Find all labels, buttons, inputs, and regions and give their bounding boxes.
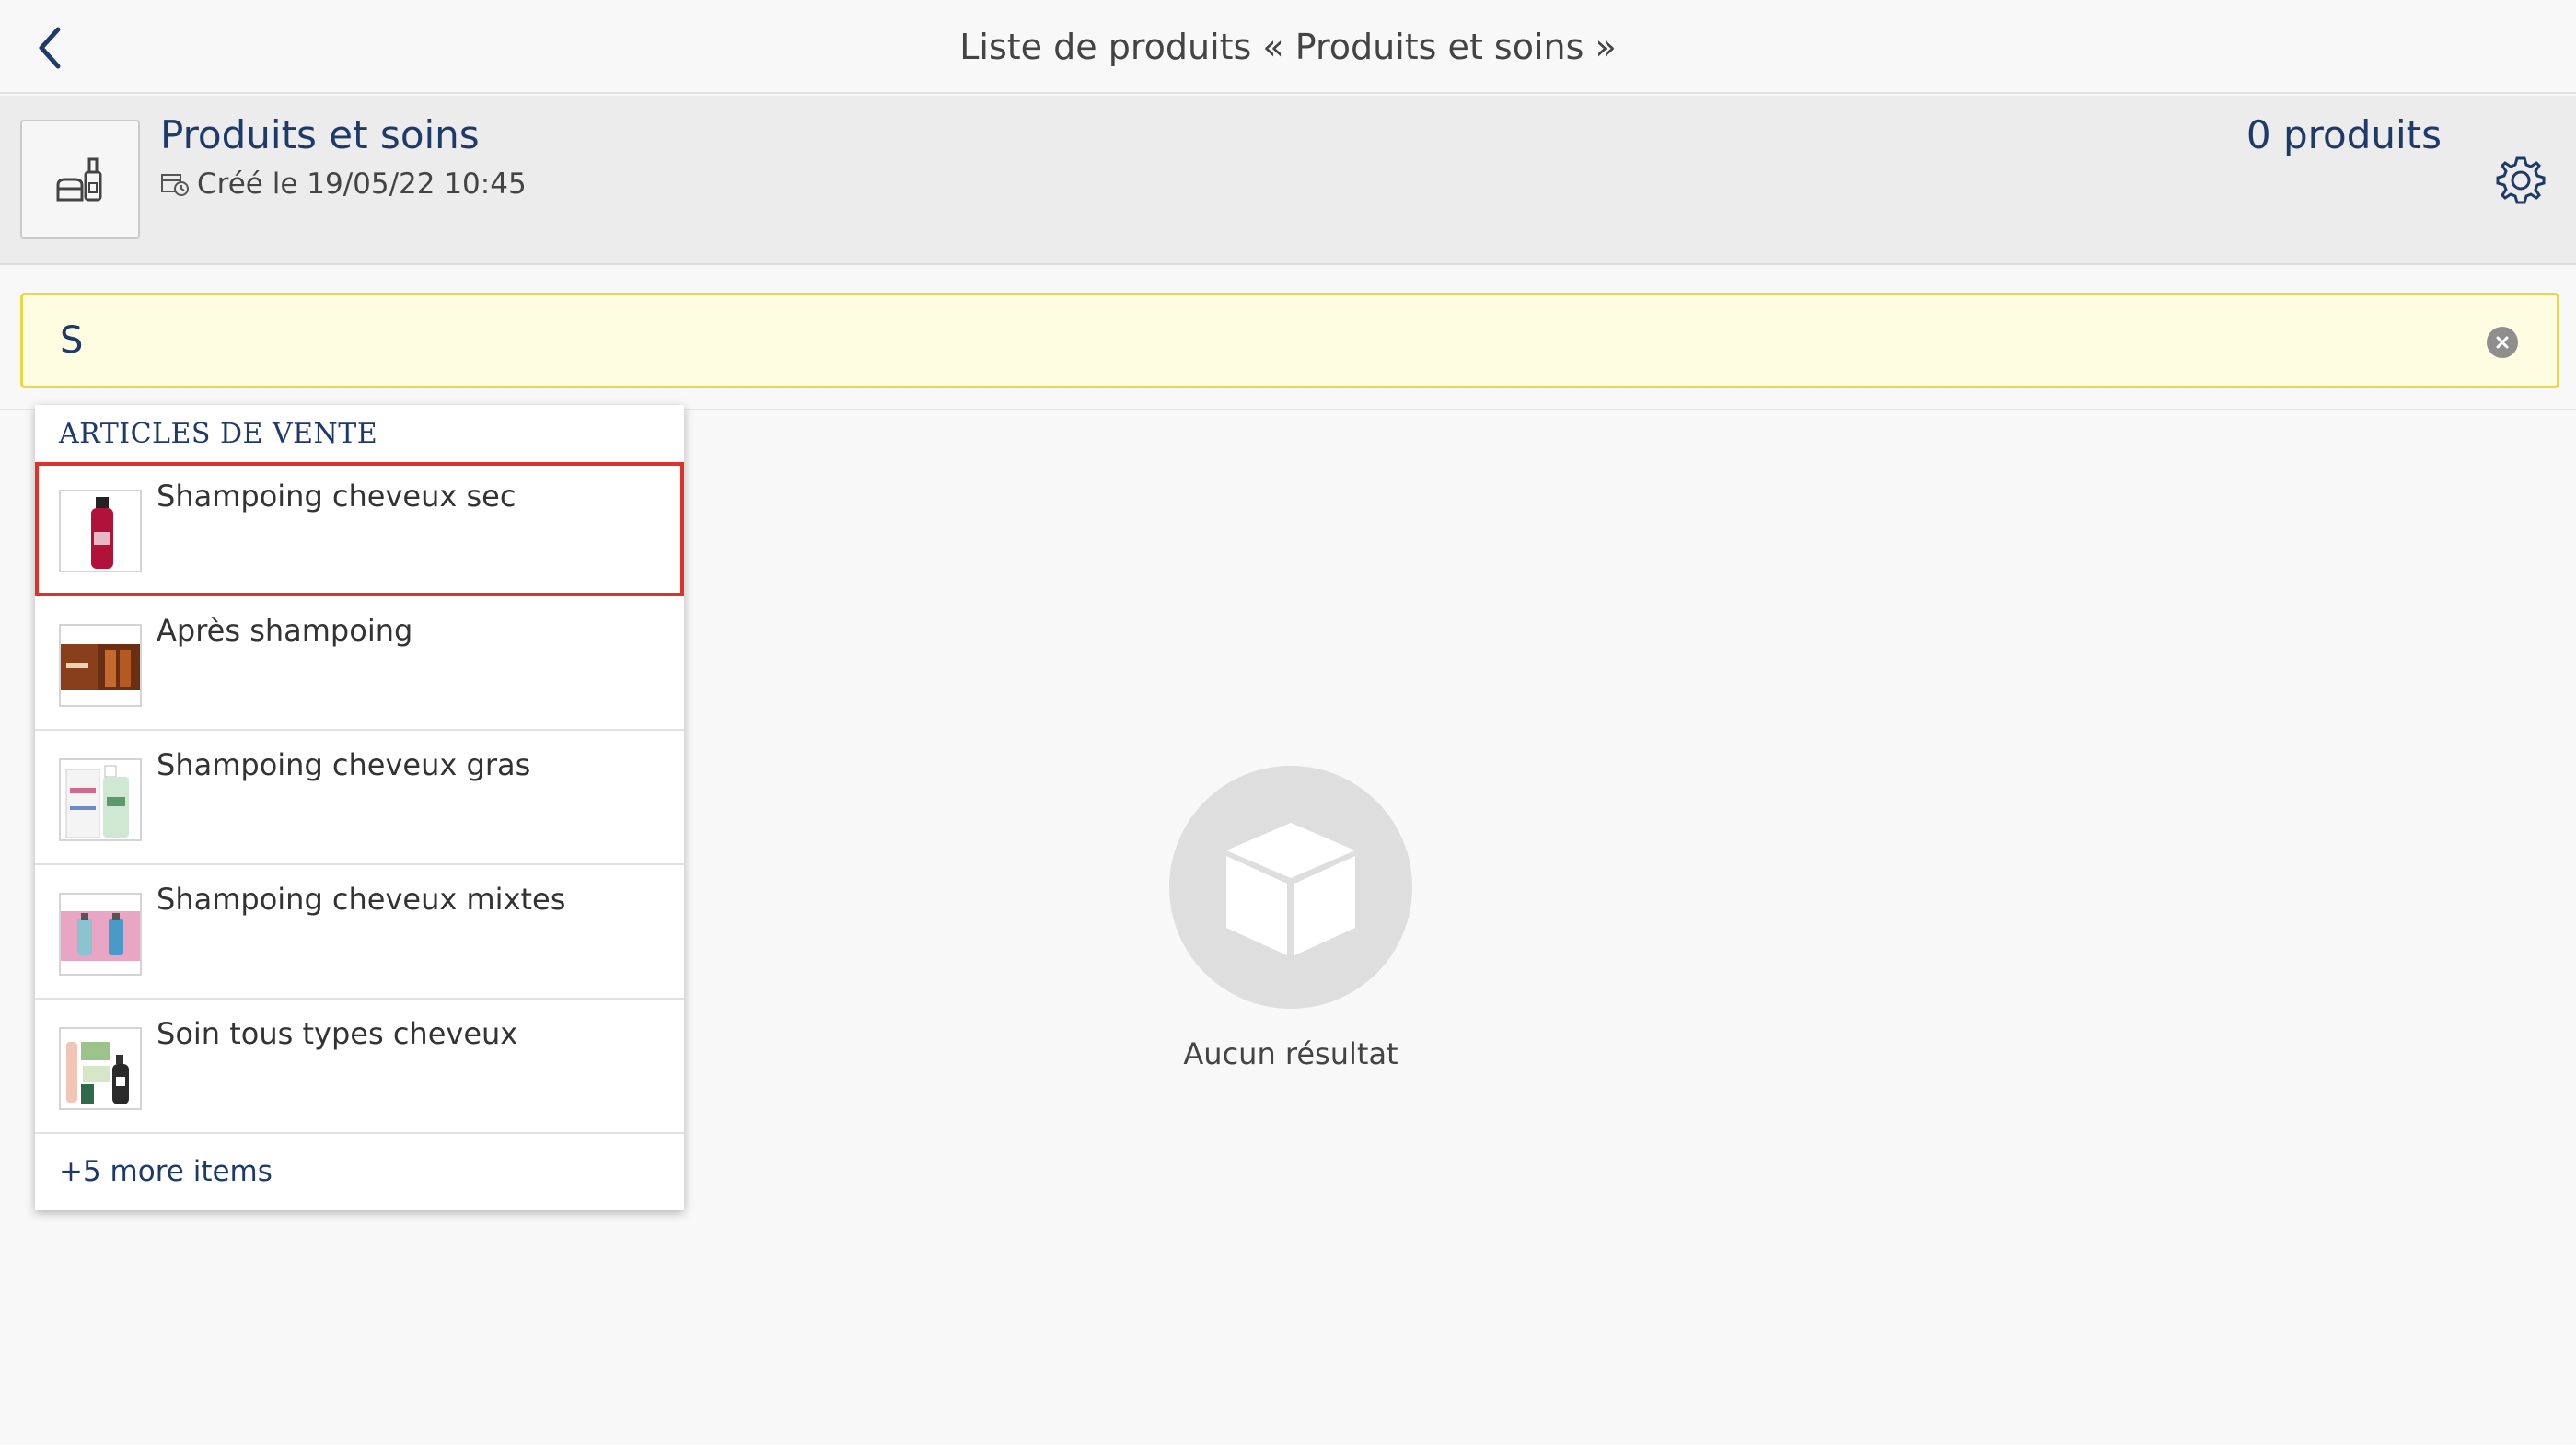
product-thumbnail — [59, 893, 142, 976]
clear-circle-icon — [2496, 336, 2509, 349]
empty-state-circle — [1169, 766, 1412, 1009]
created-label: Créé le 19/05/22 10:45 — [197, 168, 527, 201]
clear-search-button[interactable] — [2487, 327, 2518, 358]
shampoo-bottle-image — [91, 497, 113, 569]
product-thumbnail — [59, 624, 142, 707]
page-title: Liste de produits « Produits et soins » — [959, 27, 1617, 67]
mixed-hair-shampoo-image — [61, 911, 140, 961]
list-header: Produits et soins Créé le 19/05/22 10:45… — [0, 96, 2576, 265]
product-count: 0 produits — [2245, 112, 2442, 157]
top-bar: Liste de produits « Produits et soins » — [0, 0, 2576, 94]
empty-state-text: Aucun résultat — [1183, 1036, 1398, 1071]
product-thumbnail — [59, 1027, 142, 1110]
dropdown-item-label: Soin tous types cheveux — [157, 1016, 518, 1051]
hair-care-set-image — [66, 1042, 129, 1104]
search-box — [20, 293, 2559, 388]
dropdown-item[interactable]: Shampoing cheveux sec — [35, 462, 684, 596]
list-thumbnail — [20, 120, 140, 239]
empty-state: Aucun résultat — [1070, 766, 1512, 1071]
oily-hair-shampoo-image — [65, 765, 129, 838]
dropdown-item-label: Shampoing cheveux gras — [157, 747, 531, 782]
dropdown-item-label: Shampoing cheveux sec — [157, 479, 516, 514]
dropdown-item[interactable]: Shampoing cheveux gras — [35, 731, 684, 865]
dropdown-item-label: Shampoing cheveux mixtes — [157, 882, 566, 917]
conditioner-image — [61, 644, 140, 690]
dropdown-item[interactable]: Soin tous types cheveux — [35, 1000, 684, 1134]
product-thumbnail — [59, 758, 142, 841]
list-name: Produits et soins — [160, 112, 480, 157]
search-input[interactable] — [60, 306, 2417, 375]
dropdown-item-label: Après shampoing — [157, 613, 413, 648]
cosmetics-icon — [56, 157, 102, 202]
box-icon — [1226, 823, 1355, 955]
gear-icon — [2496, 156, 2546, 204]
calendar-clock-icon — [161, 174, 189, 196]
list-created-date: Créé le 19/05/22 10:45 — [160, 168, 527, 201]
autocomplete-dropdown: ARTICLES DE VENTE Shampoing cheveux sec … — [35, 405, 684, 1210]
product-thumbnail — [59, 490, 142, 572]
more-items-link[interactable]: +5 more items — [59, 1155, 273, 1188]
dropdown-item[interactable]: Après shampoing — [35, 596, 684, 731]
settings-button[interactable] — [2491, 151, 2550, 210]
dropdown-item[interactable]: Shampoing cheveux mixtes — [35, 865, 684, 1000]
dropdown-section-title: ARTICLES DE VENTE — [59, 418, 378, 450]
